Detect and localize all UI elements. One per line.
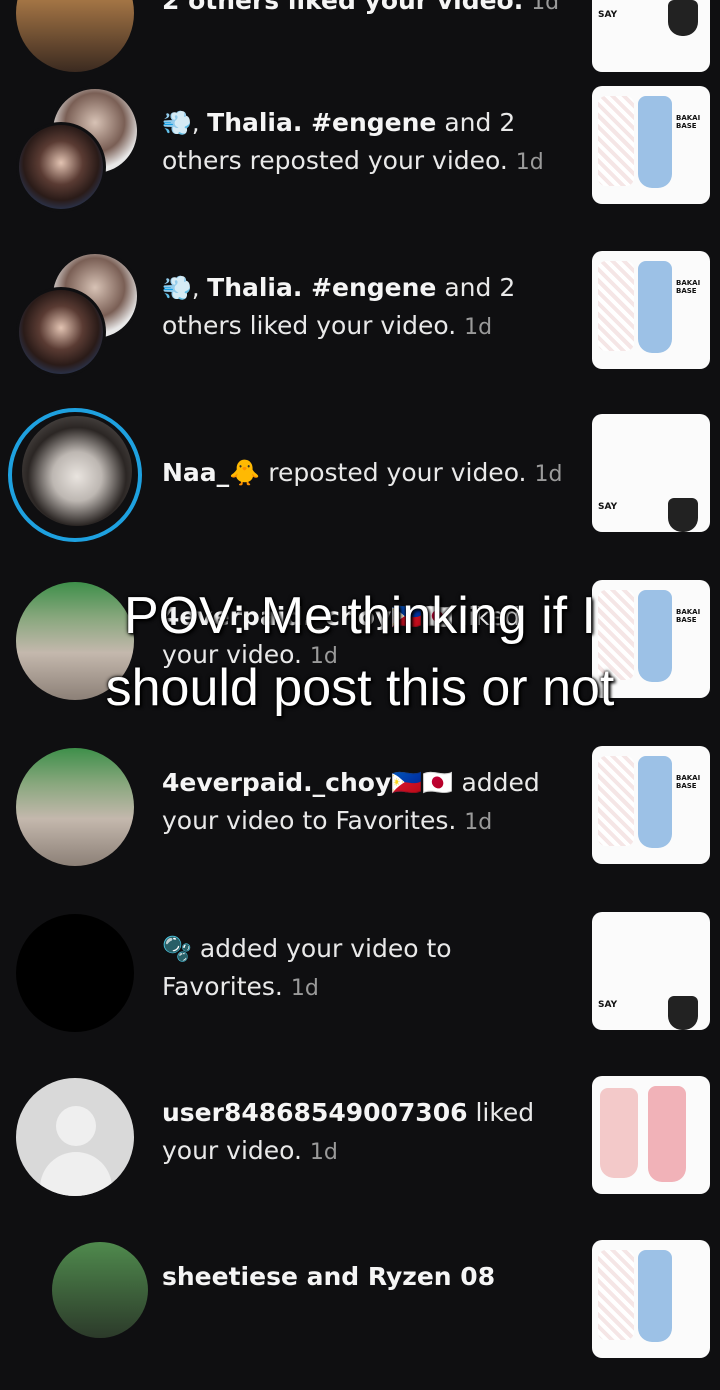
avatar-photo	[16, 914, 134, 1032]
notification-text: 🫧 added your video to Favorites. 1d	[162, 934, 452, 1001]
video-thumbnail[interactable]: SAY	[592, 912, 710, 1030]
notification-text: sheetiese and Ryzen 08	[162, 1262, 496, 1291]
avatar-photo	[16, 122, 106, 212]
default-avatar	[16, 1078, 134, 1196]
notification-text: user84868549007306 liked your video. 1d	[162, 1098, 535, 1165]
notification-text: 4everpaid._choy🇵🇭🇯🇵 added your video to …	[162, 768, 540, 835]
notification-text: 2 others liked your video. 1d	[162, 0, 560, 15]
video-thumbnail[interactable]: BAKAI BASE	[592, 251, 710, 369]
avatar[interactable]	[8, 408, 142, 542]
notification-row[interactable]: 💨, Thalia. #engene and 2 others liked yo…	[0, 251, 720, 401]
avatar-photo	[16, 287, 106, 377]
avatar-group[interactable]	[16, 86, 140, 212]
video-thumbnail[interactable]: BAKAI BASE	[592, 86, 710, 204]
video-caption-overlay: POV: Me thinking if I should post this o…	[105, 587, 615, 717]
notification-text: Naa_🐥 reposted your video. 1d	[162, 458, 563, 487]
notification-row[interactable]: sheetiese and Ryzen 08	[0, 1240, 720, 1390]
video-thumbnail[interactable]	[592, 1076, 710, 1194]
video-thumbnail[interactable]: BAKAI BASE	[592, 746, 710, 864]
avatar-photo	[22, 416, 132, 526]
video-thumbnail[interactable]: SAY	[592, 0, 710, 72]
video-thumbnail[interactable]: SAY	[592, 414, 710, 532]
avatar-group[interactable]	[16, 251, 140, 377]
notification-row[interactable]: 💨, Thalia. #engene and 2 others reposted…	[0, 86, 720, 236]
avatar[interactable]	[16, 746, 138, 868]
notification-row[interactable]: 4everpaid._choy🇵🇭🇯🇵 added your video to …	[0, 746, 720, 896]
notification-text: 💨, Thalia. #engene and 2 others reposted…	[162, 108, 544, 175]
avatar[interactable]	[16, 1076, 138, 1198]
notification-text: 💨, Thalia. #engene and 2 others liked yo…	[162, 273, 516, 340]
notification-row[interactable]: 🫧 added your video to Favorites. 1d SAY	[0, 912, 720, 1062]
avatar[interactable]	[16, 0, 138, 76]
avatar-photo	[52, 1242, 148, 1338]
video-thumbnail[interactable]	[592, 1240, 710, 1358]
avatar[interactable]	[16, 1240, 148, 1362]
notification-row[interactable]: Naa_🐥 reposted your video. 1d SAY	[0, 408, 720, 564]
avatar-photo	[16, 0, 134, 72]
avatar[interactable]	[16, 912, 138, 1034]
avatar-photo	[16, 748, 134, 866]
notification-row[interactable]: user84868549007306 liked your video. 1d	[0, 1076, 720, 1226]
